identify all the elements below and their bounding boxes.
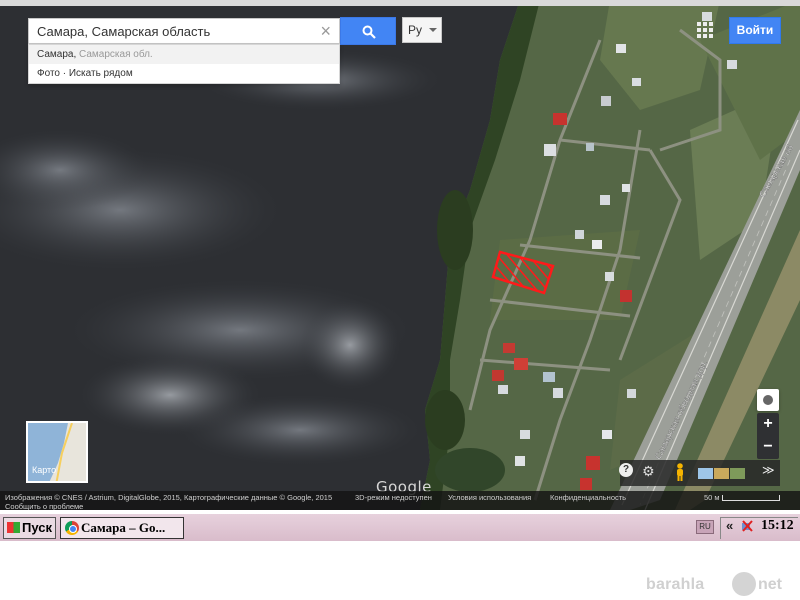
watermark-logo-icon xyxy=(732,572,756,596)
clock: 15:12 xyxy=(761,518,794,533)
taskbar-window-item[interactable]: Самара – Go... xyxy=(60,517,184,539)
my-location-button[interactable] xyxy=(757,389,779,411)
suggestion-list: Самара, Самарская обл. Фото · Искать ряд… xyxy=(28,44,340,84)
chevron-down-icon xyxy=(429,28,437,32)
chrome-icon xyxy=(65,521,79,535)
signin-button[interactable]: Войти xyxy=(729,17,781,44)
browser-edge xyxy=(0,0,800,6)
language-selected: Ру xyxy=(408,23,423,37)
thumbnail-2[interactable] xyxy=(714,468,729,479)
zoom-in-button[interactable]: + xyxy=(757,413,779,436)
thumbnail-1[interactable] xyxy=(698,468,713,479)
search-icon xyxy=(362,25,376,39)
watermark-text-left: barahla xyxy=(646,576,705,593)
suggestion-primary: Фото · Искать рядом xyxy=(37,68,133,79)
zoom-control: + − xyxy=(757,413,779,459)
suggestion-item[interactable]: Самара, Самарская обл. xyxy=(29,45,339,64)
zoom-out-button[interactable]: − xyxy=(757,436,779,459)
terms-link[interactable]: Условия использования xyxy=(448,493,531,502)
attribution-footer: Изображения © CNES / Astrium, DigitalGlo… xyxy=(0,491,800,510)
3d-unavailable-text: 3D-режим недоступен xyxy=(355,493,432,502)
map-switcher-label: Карто xyxy=(32,465,57,475)
search-button[interactable] xyxy=(340,17,396,45)
expand-icon[interactable]: ≫ xyxy=(762,463,775,477)
report-problem-link[interactable]: Сообщить о проблеме xyxy=(5,502,83,510)
taskbar-window-label: Самара – Go... xyxy=(81,520,166,535)
gear-icon[interactable]: ⚙ xyxy=(642,463,655,480)
help-icon[interactable]: ? xyxy=(619,463,633,477)
language-indicator[interactable]: RU xyxy=(696,520,714,534)
watermark: barahla net xyxy=(646,571,800,600)
windows-logo-icon xyxy=(7,522,20,533)
search-input[interactable] xyxy=(37,23,307,39)
watermark-text-right: net xyxy=(758,576,782,593)
suggestion-secondary: Самарская обл. xyxy=(76,49,153,60)
pegman-icon[interactable] xyxy=(674,463,686,481)
imagery-attribution: Изображения © CNES / Astrium, DigitalGlo… xyxy=(5,493,333,502)
imagery-thumbnails[interactable] xyxy=(698,466,746,479)
apps-grid-icon[interactable] xyxy=(697,22,713,38)
language-select[interactable]: Ру xyxy=(402,17,442,43)
map-type-switcher[interactable]: Карто xyxy=(26,421,88,483)
start-button[interactable]: Пуск xyxy=(3,517,56,539)
privacy-link[interactable]: Конфиденциальность xyxy=(550,493,626,502)
start-label: Пуск xyxy=(22,520,52,535)
close-icon[interactable]: × xyxy=(320,21,331,42)
taskbar: Пуск Самара – Go... RU « 15:12 xyxy=(0,513,800,541)
suggestion-primary: Самара, xyxy=(37,49,77,60)
tray-expand-icon[interactable]: « xyxy=(726,518,733,533)
thumbnail-3[interactable] xyxy=(730,468,745,479)
network-warning-icon[interactable] xyxy=(741,520,753,532)
satellite-map[interactable]: Самарская обводная дор. Самарская об × С… xyxy=(0,0,800,510)
search-box: × xyxy=(28,18,340,44)
scale-bar xyxy=(722,495,780,501)
scale-label: 50 м xyxy=(704,493,720,502)
suggestion-item[interactable]: Фото · Искать рядом xyxy=(29,64,339,83)
